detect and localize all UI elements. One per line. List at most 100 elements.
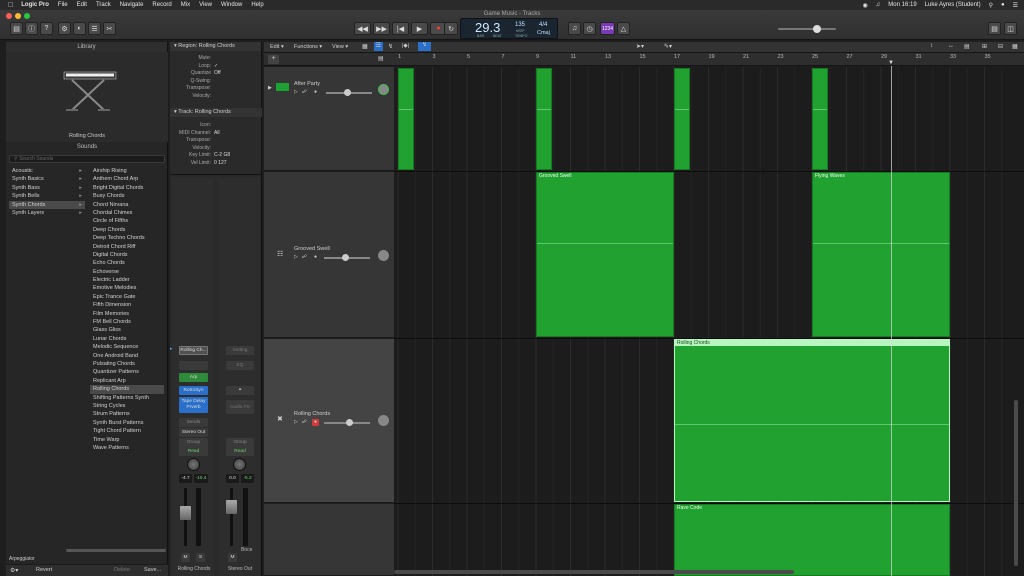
category-item[interactable]: Acoustic ▸: [9, 167, 85, 175]
patch-item[interactable]: Synth Burst Patterns: [90, 419, 164, 427]
patch-item[interactable]: Emotive Melodies: [90, 284, 164, 292]
inspector-param-value[interactable]: C-2 G8: [214, 152, 230, 158]
left-eq-button[interactable]: [179, 361, 208, 370]
patch-item[interactable]: Circle of Fifths: [90, 217, 164, 225]
track-name-grooved-swell[interactable]: Grooved Swell: [294, 246, 330, 252]
add-track-button[interactable]: +: [268, 55, 279, 64]
toolbar-button[interactable]: ⚙: [58, 22, 71, 35]
patch-item[interactable]: One Android Band: [90, 352, 164, 360]
patch-item[interactable]: Lunar Chords: [90, 335, 164, 343]
region-rolling-chords[interactable]: Rolling Chords: [674, 339, 950, 502]
menu-edit[interactable]: Edit: [77, 2, 87, 8]
inspector-param-value[interactable]: Off: [214, 70, 221, 76]
track-volume-knob[interactable]: [346, 419, 353, 426]
pointer-tool-icon[interactable]: ➤▾: [636, 43, 644, 50]
editors-button[interactable]: ✂: [103, 22, 116, 35]
patch-item[interactable]: Quantizer Patterns: [90, 368, 164, 376]
track-name-after-party[interactable]: After Party: [294, 81, 320, 87]
view-menu[interactable]: View ▾: [332, 44, 348, 50]
menu-navigate[interactable]: Navigate: [120, 2, 144, 8]
right-link-button[interactable]: ⚭: [226, 386, 254, 395]
zoom-vertical-icon[interactable]: ↕: [930, 43, 933, 49]
count-in-button[interactable]: 1234: [600, 22, 615, 35]
play-button[interactable]: ▶: [411, 22, 428, 35]
left-output-button[interactable]: Stereo Out: [179, 428, 208, 437]
record-enable-icon[interactable]: ●: [314, 254, 317, 260]
menubar-user[interactable]: Luke Ayres (Student): [925, 2, 981, 8]
search-icon[interactable]: ⚲: [989, 2, 993, 9]
search-sounds-field[interactable]: ⚲ Search Sounds: [9, 155, 165, 163]
track-header-after-party[interactable]: ▶ After Party ▷ ☍ ●: [264, 67, 394, 171]
patch-item[interactable]: Bright Digital Chords: [90, 184, 164, 192]
patch-item[interactable]: Echo Chords: [90, 259, 164, 267]
gear-icon[interactable]: ⚙▾: [10, 567, 18, 574]
patch-item[interactable]: Time Warp: [90, 436, 164, 444]
patch-item[interactable]: Electric Ladder: [90, 276, 164, 284]
patch-item[interactable]: FM Bell Chords: [90, 318, 164, 326]
region-after-party-1[interactable]: [398, 68, 414, 170]
menu-app[interactable]: Logic Pro: [21, 2, 49, 8]
track-pan-knob[interactable]: [378, 250, 389, 261]
zoom-out-icon[interactable]: ⊟: [998, 43, 1003, 50]
patch-item[interactable]: Digital Chords: [90, 251, 164, 259]
patch-item[interactable]: Rolling Chords: [90, 385, 164, 394]
left-automation-button[interactable]: Read: [179, 447, 208, 456]
track-volume-knob[interactable]: [344, 89, 351, 96]
left-setting-button[interactable]: Rolling Ch...: [179, 346, 208, 355]
zoom-fit-icon[interactable]: ↔: [948, 43, 954, 49]
patch-item[interactable]: Detroit Chord Riff: [90, 243, 164, 251]
track-header-4[interactable]: [264, 504, 394, 576]
flex-icon[interactable]: ↯: [388, 43, 393, 50]
right-volume-readout[interactable]: 0.0: [226, 474, 239, 483]
patch-item[interactable]: Airship Rising: [90, 167, 164, 175]
right-eq-button[interactable]: EQ: [226, 361, 254, 370]
category-item[interactable]: Synth Basics ▸: [9, 175, 85, 183]
right-setting-button[interactable]: Setting: [226, 346, 254, 355]
patch-item[interactable]: Melodic Sequence: [90, 343, 164, 351]
menu-window[interactable]: Window: [221, 2, 242, 8]
zoom-in-icon[interactable]: ⊞: [982, 43, 987, 50]
region-grooved-swell[interactable]: Grooved Swell: [536, 172, 674, 337]
volume-icon[interactable]: ♫: [876, 2, 881, 8]
notification-icon[interactable]: ☰: [1013, 2, 1018, 9]
patch-item[interactable]: Anthem Chord Arp: [90, 175, 164, 183]
inspector-param-value[interactable]: 0 127: [214, 160, 227, 166]
smart-controls-button[interactable]: ◐: [73, 22, 86, 35]
left-volume-readout[interactable]: -4.7: [179, 474, 192, 483]
siri-icon[interactable]: ●: [1001, 2, 1005, 8]
fast-forward-button[interactable]: ▶▶: [373, 22, 390, 35]
right-bounce-label[interactable]: Bnce: [241, 547, 252, 553]
lcd-display[interactable]: 29.3 BAR BEAT 135 KEEP TEMPO 4/4 Cmaj: [460, 18, 558, 39]
patch-item[interactable]: Replicant Arp: [90, 377, 164, 385]
track-inspector-header[interactable]: ▾ Track: Rolling Chords: [170, 108, 262, 117]
patch-item[interactable]: Busy Chords: [90, 192, 164, 200]
region-after-party-3[interactable]: [674, 68, 690, 170]
global-tracks-icon[interactable]: ▤: [378, 55, 384, 62]
patch-item[interactable]: Fifth Dimension: [90, 301, 164, 309]
left-arp-button[interactable]: Arp: [179, 373, 208, 382]
region-after-party-4[interactable]: [812, 68, 828, 170]
left-fx-button[interactable]: Tape Delay Prverb: [179, 397, 208, 413]
horizontal-scrollbar[interactable]: [394, 570, 794, 574]
vertical-scrollbar[interactable]: [1014, 400, 1018, 566]
list-editors-button[interactable]: ▤: [988, 22, 1001, 35]
region-rave-code[interactable]: Rave Code: [674, 504, 950, 576]
menubar-clock[interactable]: Mon 16:19: [888, 2, 916, 8]
edit-menu[interactable]: Edit ▾: [270, 44, 284, 50]
waveform-zoom-icon[interactable]: ▤: [964, 43, 970, 50]
patch-item[interactable]: Film Memories: [90, 310, 164, 318]
mute-icon[interactable]: ▷: [294, 254, 298, 260]
catch-icon[interactable]: ▦: [1012, 43, 1018, 50]
pencil-tool-icon[interactable]: ✎▾: [664, 43, 672, 50]
track-name-rolling-chords[interactable]: Rolling Chords: [294, 411, 330, 417]
apple-icon[interactable]: : [8, 2, 13, 9]
go-to-start-button[interactable]: |◀: [392, 22, 409, 35]
left-mute-button[interactable]: M: [181, 553, 190, 562]
region-after-party-2[interactable]: [536, 68, 552, 170]
master-volume-slider[interactable]: [778, 28, 836, 30]
rewind-button[interactable]: ◀◀: [354, 22, 371, 35]
patch-item[interactable]: Wave Patterns: [90, 444, 164, 452]
master-volume-knob[interactable]: [813, 25, 821, 33]
playhead[interactable]: [891, 66, 892, 576]
right-group-button[interactable]: Group: [226, 438, 254, 447]
